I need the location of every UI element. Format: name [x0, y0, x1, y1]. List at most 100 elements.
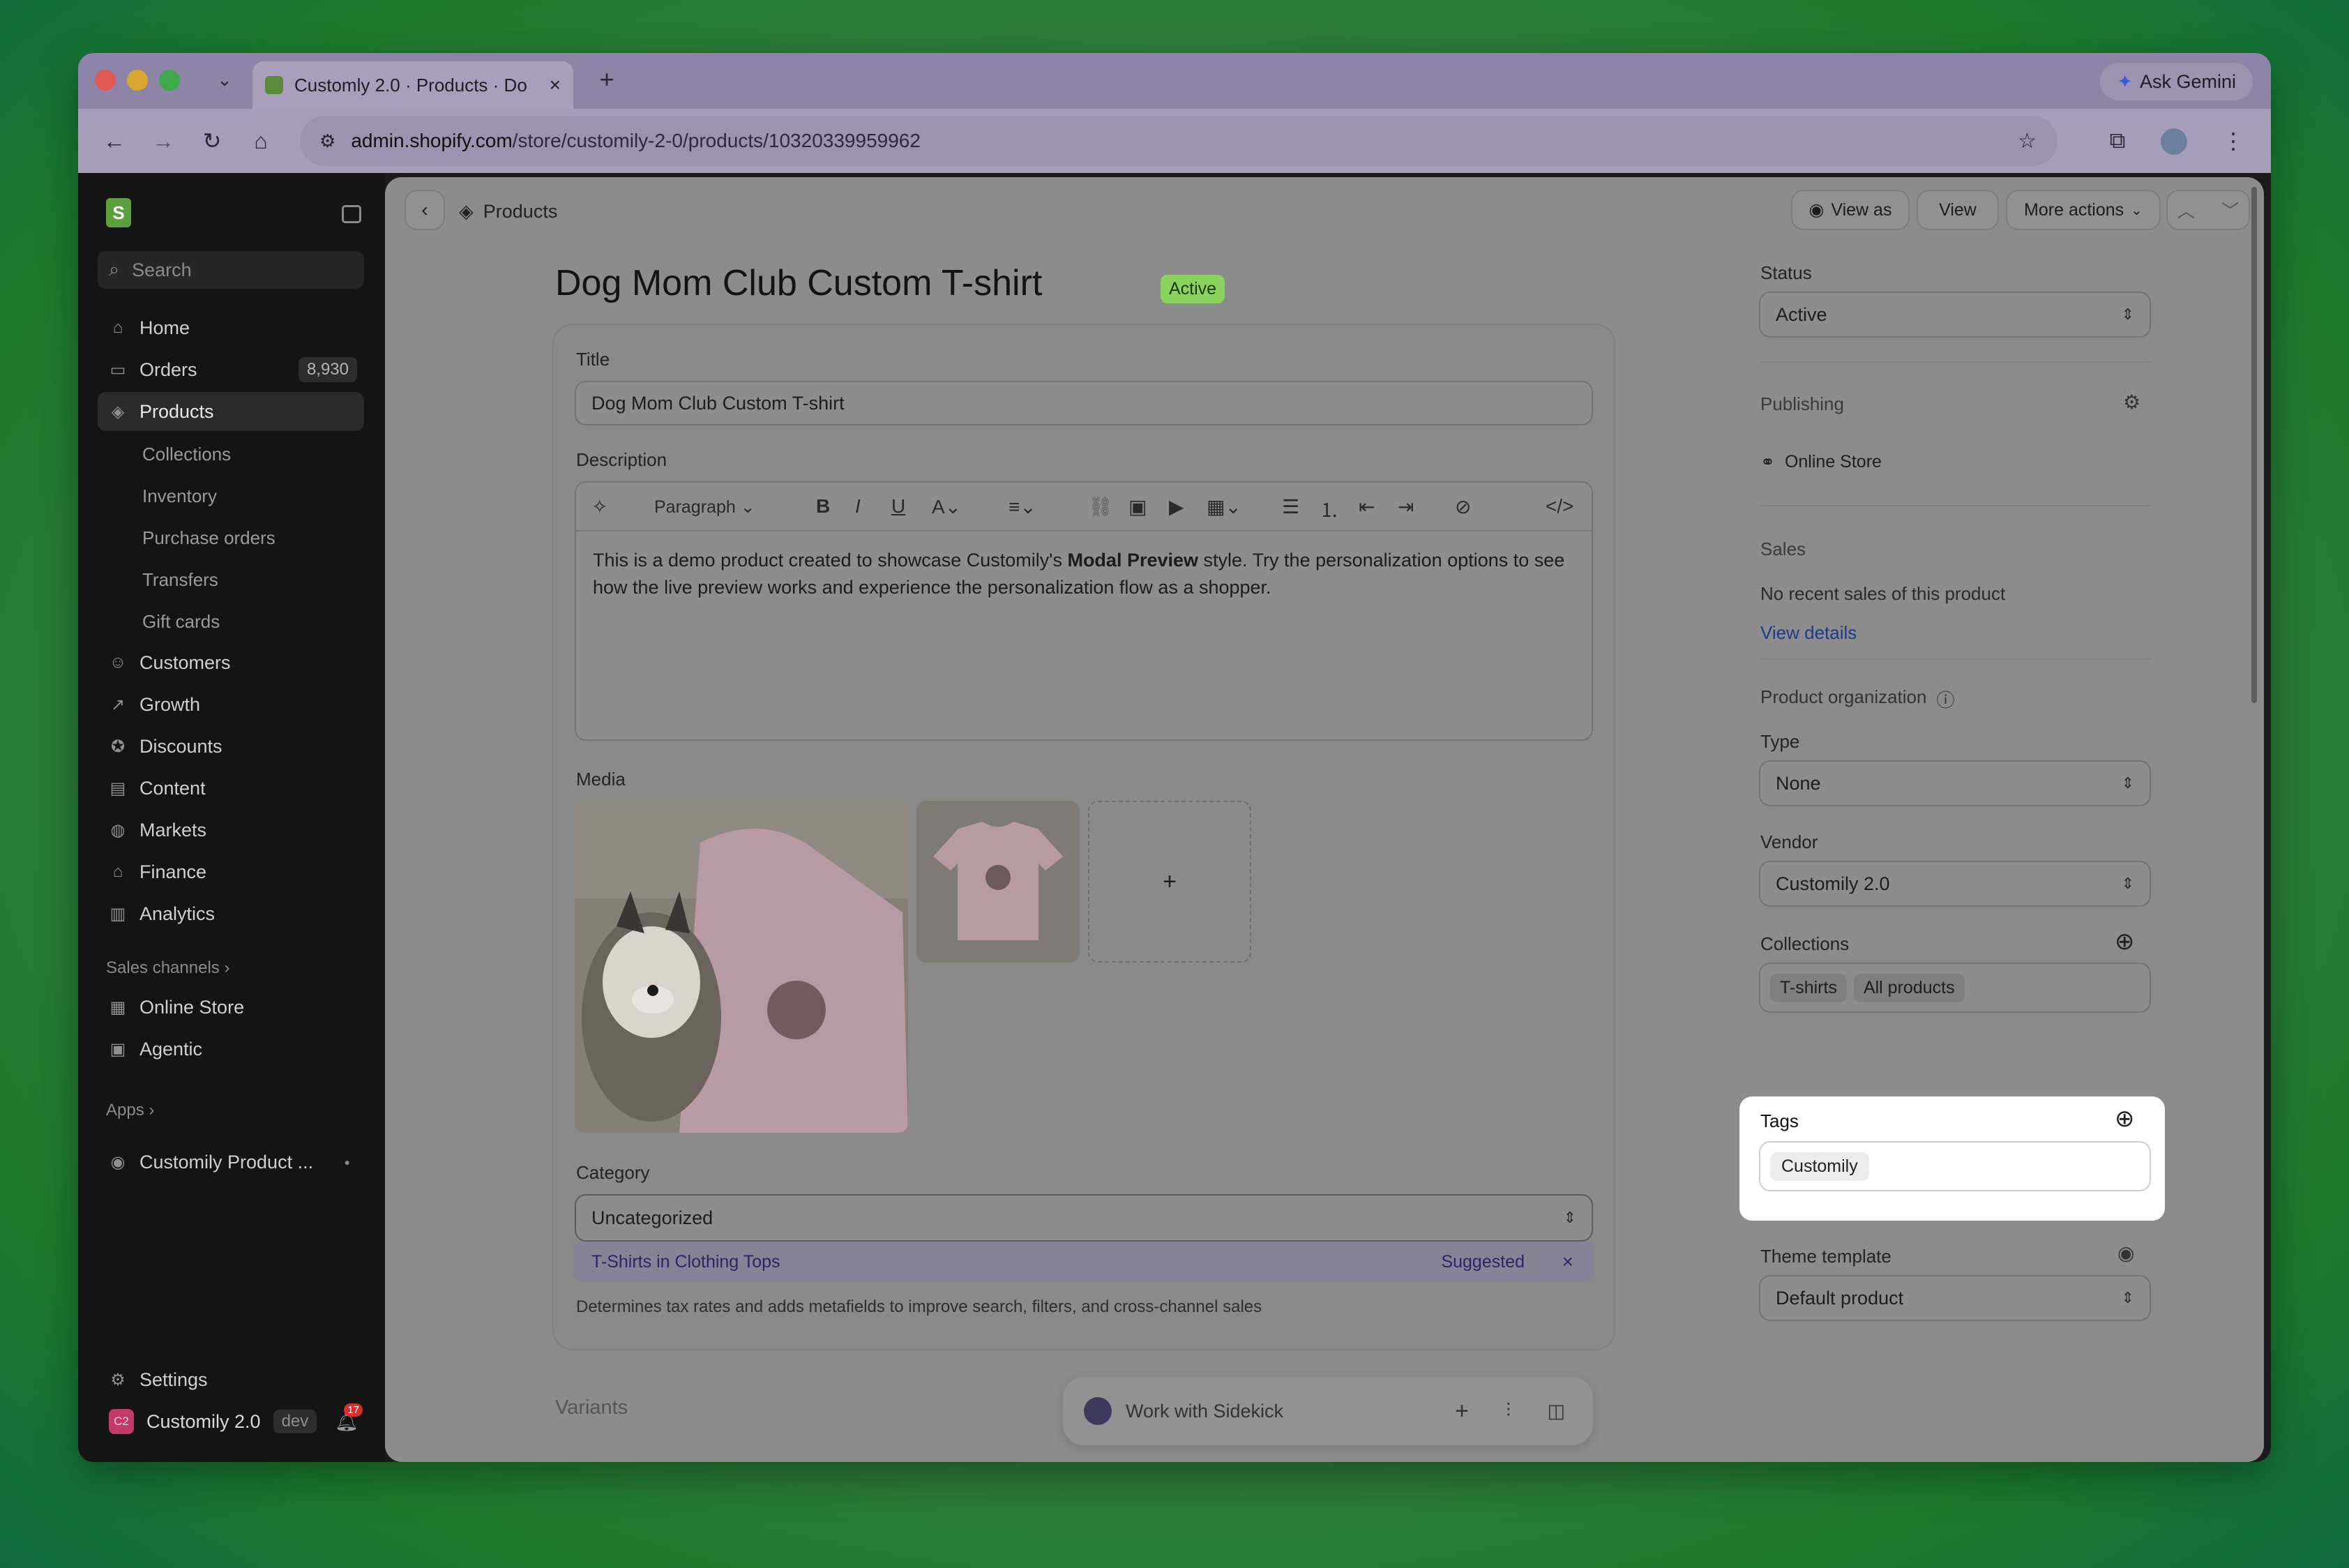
collection-pill[interactable]: All products — [1853, 973, 1965, 1002]
view-as-button[interactable]: ◉ View as — [1792, 191, 1908, 229]
sidebar-item-content[interactable]: ▤ Content — [98, 769, 364, 808]
add-collection-icon[interactable]: ⊕ — [2115, 928, 2135, 956]
bold-icon[interactable]: B — [816, 495, 830, 518]
image-icon[interactable]: ▣ — [1128, 495, 1147, 518]
view-button[interactable]: View — [1918, 191, 1997, 229]
add-tag-icon[interactable]: ⊕ — [2115, 1105, 2135, 1133]
video-icon[interactable]: ▶ — [1169, 495, 1184, 518]
link-icon[interactable]: ⛓ — [1088, 495, 1113, 518]
status-select[interactable]: Active ⇕ — [1759, 292, 2151, 338]
bookmark-star-icon[interactable]: ☆ — [2018, 129, 2037, 153]
theme-template-select[interactable]: Default product ⇕ — [1759, 1275, 2151, 1321]
collection-pill[interactable]: T-shirts — [1770, 973, 1847, 1002]
site-settings-icon[interactable]: ⚙ — [319, 130, 335, 152]
browser-tab[interactable]: Customly 2.0 · Products · Do × — [252, 61, 573, 109]
sidebar-item-home[interactable]: ⌂ Home — [98, 308, 364, 347]
sidebar-item-agentic[interactable]: ▣ Agentic — [98, 1030, 364, 1069]
new-tab-icon[interactable]: + — [591, 64, 622, 95]
type-select[interactable]: None ⇕ — [1759, 760, 2151, 806]
add-icon[interactable]: + — [1455, 1398, 1469, 1425]
close-window-button[interactable] — [95, 70, 116, 91]
sidebar-item-orders[interactable]: ▭ Orders 8,930 — [98, 350, 364, 389]
sidebar-subitem-purchase-orders[interactable]: Purchase orders — [142, 527, 275, 549]
home-icon[interactable]: ⌂ — [244, 124, 278, 158]
magic-wand-icon[interactable]: ✧ — [591, 495, 607, 518]
tab-list-chevron-icon[interactable]: ⌄ — [211, 66, 239, 93]
title-input[interactable]: Dog Mom Club Custom T-shirt — [575, 381, 1593, 425]
dismiss-suggestion-icon[interactable]: × — [1562, 1251, 1573, 1273]
sidebar-subitem-gift-cards[interactable]: Gift cards — [142, 611, 220, 633]
publishing-settings-icon[interactable]: ⚙ — [2123, 391, 2140, 414]
breadcrumb[interactable]: ◈ Products — [459, 201, 557, 223]
sidebar-item-markets[interactable]: ◍ Markets — [98, 811, 364, 850]
apps-header[interactable]: Apps › — [106, 1101, 154, 1120]
forward-icon[interactable]: → — [146, 124, 180, 158]
category-select[interactable]: Uncategorized ⇕ — [575, 1194, 1593, 1242]
sidebar-subitem-collections[interactable]: Collections — [142, 444, 231, 465]
clear-format-icon[interactable]: ⊘ — [1455, 495, 1471, 518]
description-editor[interactable]: ✧ Paragraph ⌄ B I U A⌄ ≡⌄ ⛓ ▣ ▶ ▦⌄ ☰ ⒈ ⇤… — [575, 481, 1593, 741]
sidebar-item-customers[interactable]: ☺ Customers — [98, 643, 364, 682]
sidebar-subitem-inventory[interactable]: Inventory — [142, 485, 217, 507]
voice-icon[interactable]: ⫶ — [1506, 1400, 1511, 1422]
code-view-icon[interactable]: </> — [1546, 495, 1573, 518]
sidekick-bar[interactable]: Work with Sidekick + ⫶ ◫ — [1063, 1377, 1593, 1445]
browser-menu-icon[interactable]: ⋮ — [2219, 124, 2247, 158]
back-button[interactable]: ‹ — [406, 191, 444, 229]
text-color-icon[interactable]: A⌄ — [932, 495, 961, 518]
store-switcher[interactable]: C2 Customily 2.0 dev 🔔︎ 17 — [98, 1402, 364, 1441]
search-input[interactable]: ⌕ Search — [98, 251, 364, 289]
more-actions-button[interactable]: More actions ⌄ — [2007, 191, 2159, 229]
underline-icon[interactable]: U — [891, 495, 905, 518]
maximize-window-button[interactable] — [159, 70, 180, 91]
tag-icon: ◈ — [111, 402, 125, 421]
sidebar-item-online-store[interactable]: ▦ Online Store — [98, 988, 364, 1027]
align-icon[interactable]: ≡⌄ — [1009, 495, 1036, 518]
next-product-icon[interactable]: ﹀ — [2221, 197, 2239, 223]
theme-preview-eye-icon[interactable]: ◉ — [2117, 1242, 2134, 1265]
sidebar-item-products[interactable]: ◈ Products — [98, 392, 364, 431]
vendor-select[interactable]: Customily 2.0 ⇕ — [1759, 861, 2151, 907]
sidebar-item-settings[interactable]: ⚙ Settings — [98, 1360, 364, 1399]
sidebar-item-discounts[interactable]: ✪ Discounts — [98, 727, 364, 766]
bullet-list-icon[interactable]: ☰ — [1282, 495, 1299, 518]
add-media-button[interactable]: + — [1088, 801, 1251, 963]
more-actions-label: More actions — [2024, 199, 2124, 220]
media-image-main[interactable] — [575, 801, 908, 1133]
sidebar-item-finance[interactable]: ⌂ Finance — [98, 852, 364, 891]
address-bar[interactable]: ⚙ admin.shopify.com /store/customily-2-0… — [300, 116, 2057, 166]
back-icon[interactable]: ← — [98, 124, 131, 158]
sidebar-toggle-icon[interactable] — [342, 205, 361, 223]
table-icon[interactable]: ▦⌄ — [1207, 495, 1241, 518]
sidebar-item-growth[interactable]: ↗ Growth — [98, 685, 364, 724]
minimize-window-button[interactable] — [127, 70, 148, 91]
sidebar: S ⌕ Search ⌂ Home ▭ Orders 8,930 ◈ Products … — [78, 173, 385, 1462]
media-image-thumb[interactable] — [916, 801, 1080, 963]
sales-channels-header[interactable]: Sales channels › — [106, 958, 229, 978]
reload-icon[interactable]: ↻ — [195, 124, 229, 158]
sidebar-item-analytics[interactable]: ▥ Analytics — [98, 894, 364, 933]
profile-avatar[interactable] — [2161, 128, 2187, 155]
tags-field[interactable]: Customily — [1759, 1141, 2151, 1191]
sales-channels-label: Sales channels — [106, 958, 220, 977]
panel-icon[interactable]: ◫ — [1547, 1401, 1565, 1422]
outdent-icon[interactable]: ⇤ — [1359, 495, 1375, 518]
ask-gemini-button[interactable]: ✦ Ask Gemini — [2100, 63, 2253, 100]
close-tab-icon[interactable]: × — [550, 74, 561, 96]
paragraph-dropdown[interactable]: Paragraph ⌄ — [654, 497, 755, 518]
view-details-link[interactable]: View details — [1760, 622, 1857, 644]
indent-icon[interactable]: ⇥ — [1398, 495, 1414, 518]
numbered-list-icon[interactable]: ⒈ — [1320, 495, 1339, 523]
agentic-icon: ▣ — [109, 1039, 126, 1059]
category-suggestion[interactable]: T-Shirts in Clothing Tops Suggested × — [573, 1242, 1594, 1282]
previous-product-icon[interactable]: ︿ — [2177, 197, 2195, 223]
tag-pill[interactable]: Customily — [1770, 1152, 1869, 1181]
italic-icon[interactable]: I — [855, 495, 861, 518]
person-icon: ☺ — [109, 653, 127, 672]
scrollbar[interactable] — [2251, 187, 2257, 703]
collections-field[interactable]: T-shirts All products — [1759, 963, 2151, 1013]
sidebar-item-customily-app[interactable]: ◉ Customily Product ... ● — [98, 1143, 364, 1182]
sidebar-subitem-transfers[interactable]: Transfers — [142, 569, 218, 591]
info-icon[interactable]: ⓘ — [1936, 686, 1954, 712]
extensions-icon[interactable]: ⧉ — [2101, 124, 2134, 158]
